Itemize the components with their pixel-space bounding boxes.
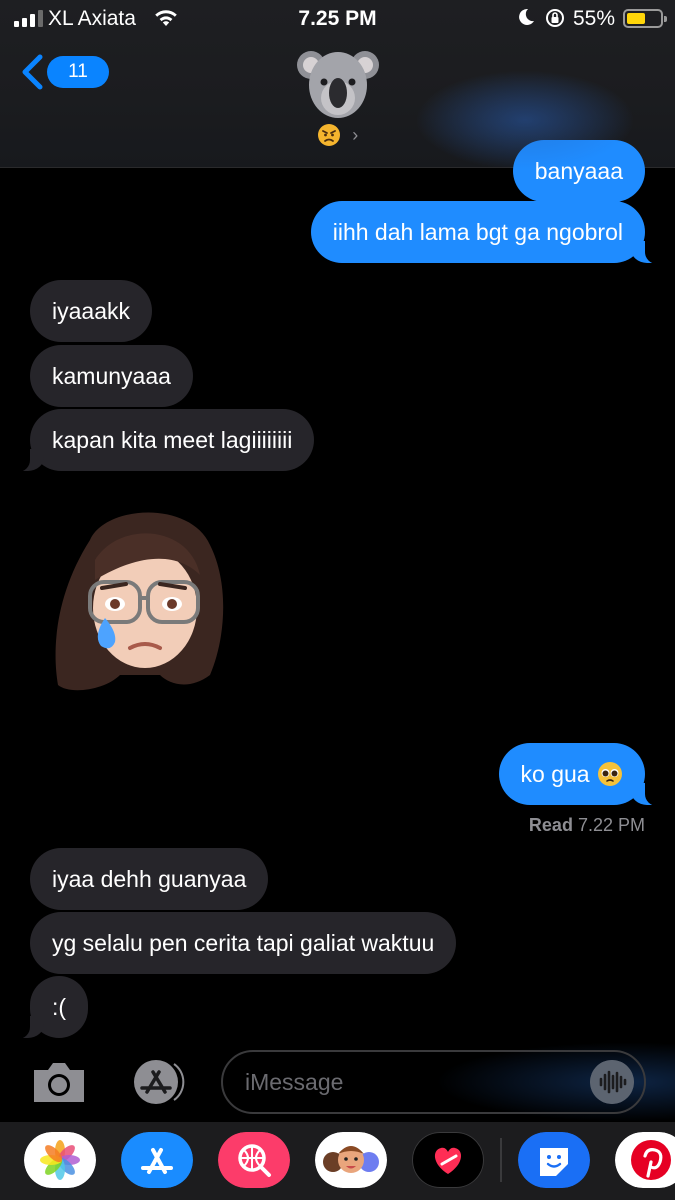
chevron-right-icon: ›	[352, 124, 359, 145]
memoji-stickers-icon[interactable]	[315, 1132, 387, 1188]
photos-icon[interactable]	[24, 1132, 96, 1188]
read-receipt: Read 7.22 PM	[529, 815, 645, 836]
camera-icon[interactable]	[30, 1060, 88, 1104]
unread-count-badge: 11	[47, 56, 109, 88]
drawer-divider	[500, 1138, 502, 1182]
back-button[interactable]: 11	[20, 52, 109, 92]
pleading-face-icon	[598, 762, 622, 786]
koala-avatar-icon[interactable]	[297, 43, 379, 121]
message-bubble-outgoing[interactable]: banyaaa	[512, 140, 645, 202]
message-bubble-incoming[interactable]: kapan kita meet lagiiiiiiii	[7, 409, 315, 472]
orientation-lock-icon	[546, 9, 564, 27]
status-bar: XL Axiata 7.25 PM 55%	[0, 0, 675, 38]
crying-memoji-icon[interactable]	[50, 500, 235, 695]
imessage-placeholder: iMessage	[245, 1069, 344, 1095]
battery-percent: 55%	[573, 7, 616, 30]
message-bubble-outgoing[interactable]: iihh dah lama bgt ga ngobrol	[310, 201, 668, 264]
message-bubble-outgoing[interactable]: ko gua	[498, 743, 668, 806]
pinterest-icon[interactable]	[615, 1132, 675, 1188]
message-bubble-incoming[interactable]: kamunyaaa	[30, 345, 193, 407]
message-bubble-incoming[interactable]: iyaa dehh guanyaa	[30, 848, 269, 910]
sticker-icon[interactable]	[518, 1132, 590, 1188]
imessage-app-drawer	[0, 1122, 675, 1200]
message-bubble-incoming[interactable]: :(	[7, 976, 89, 1039]
app-store-button-icon[interactable]	[126, 1060, 190, 1104]
message-bubble-incoming[interactable]: iyaaakk	[30, 280, 152, 342]
angry-face-icon	[317, 124, 340, 146]
digital-touch-icon[interactable]	[412, 1132, 484, 1188]
imessage-input[interactable]: iMessage	[221, 1050, 646, 1114]
message-text: ko gua	[520, 761, 590, 787]
do-not-disturb-moon-icon	[519, 8, 534, 25]
chevron-left-icon	[22, 54, 43, 90]
message-bubble-incoming[interactable]: yg selalu pen cerita tapi galiat waktuu	[30, 912, 457, 974]
image-search-icon[interactable]	[218, 1132, 290, 1188]
audio-waveform-icon[interactable]	[590, 1060, 634, 1104]
read-time: 7.22 PM	[577, 815, 645, 835]
app-store-icon[interactable]	[121, 1132, 193, 1188]
composer-bar: iMessage	[0, 1042, 675, 1122]
battery-icon	[623, 9, 667, 28]
read-label: Read	[528, 815, 573, 835]
